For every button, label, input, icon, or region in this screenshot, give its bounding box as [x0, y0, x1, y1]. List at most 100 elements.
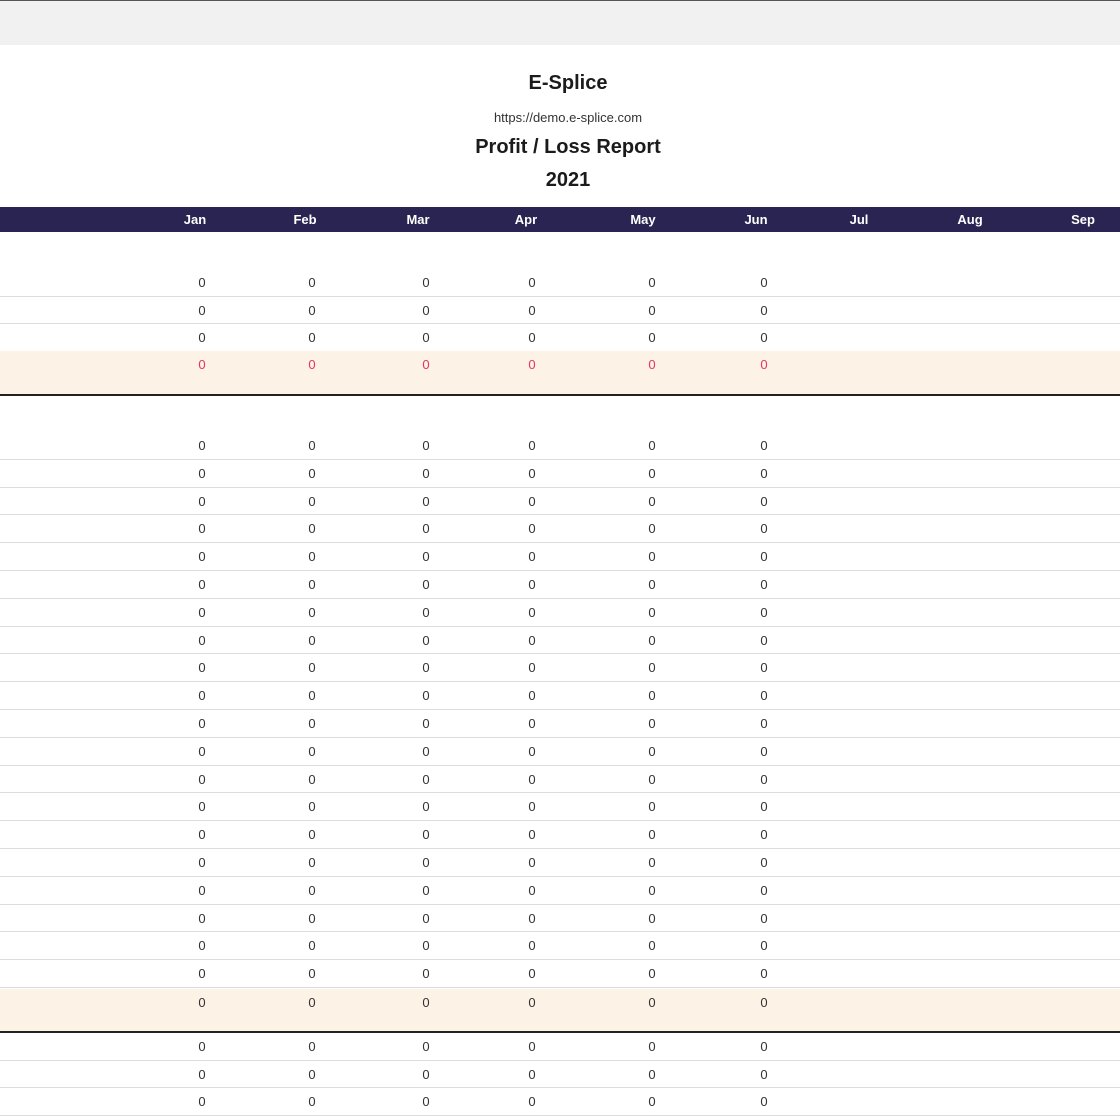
value-cell: 0	[422, 855, 430, 870]
value-cell: 0	[422, 995, 430, 1010]
value-cell: 0	[422, 357, 430, 372]
value-cell: 0	[198, 883, 206, 898]
value-cell: 0	[648, 605, 656, 620]
company-url[interactable]: https://demo.e-splice.com	[418, 110, 718, 125]
value-cell: 0	[760, 938, 768, 953]
value-cell: 0	[422, 883, 430, 898]
value-cell: 0	[308, 521, 316, 536]
value-cell: 0	[198, 911, 206, 926]
browser-top-bar	[0, 0, 1120, 45]
value-cell: 0	[648, 494, 656, 509]
value-cell: 0	[308, 1094, 316, 1109]
value-cell: 0	[648, 744, 656, 759]
value-cell: 0	[648, 1094, 656, 1109]
value-cell: 0	[422, 549, 430, 564]
value-cell: 0	[760, 549, 768, 564]
value-cell: 0	[528, 966, 536, 981]
month-header-mar: Mar	[406, 212, 430, 227]
value-cell: 0	[648, 633, 656, 648]
month-header-feb: Feb	[293, 212, 317, 227]
value-cell: 0	[760, 883, 768, 898]
value-cell: 0	[308, 716, 316, 731]
value-cell: 0	[422, 275, 430, 290]
value-cell: 0	[198, 549, 206, 564]
value-cell: 0	[760, 1039, 768, 1054]
table-row: 0 0 0 0 0 0	[0, 654, 1120, 682]
table-row: 0 0 0 0 0 0	[0, 849, 1120, 877]
value-cell: 0	[648, 827, 656, 842]
value-cell: 0	[760, 716, 768, 731]
value-cell: 0	[198, 633, 206, 648]
value-cell: 0	[760, 744, 768, 759]
value-cell: 0	[528, 827, 536, 842]
value-cell: 0	[528, 744, 536, 759]
value-cell: 0	[528, 577, 536, 592]
value-cell: 0	[648, 303, 656, 318]
value-cell: 0	[198, 357, 206, 372]
value-cell: 0	[308, 883, 316, 898]
value-cell: 0	[760, 1067, 768, 1082]
table-row: 0 0 0 0 0 0	[0, 432, 1120, 460]
value-cell: 0	[422, 605, 430, 620]
value-cell: 0	[198, 938, 206, 953]
value-cell: 0	[198, 466, 206, 481]
value-cell: 0	[308, 995, 316, 1010]
value-cell: 0	[648, 995, 656, 1010]
value-cell: 0	[308, 799, 316, 814]
value-cell: 0	[308, 827, 316, 842]
value-cell: 0	[198, 744, 206, 759]
value-cell: 0	[308, 660, 316, 675]
month-header-jan: Jan	[183, 212, 207, 227]
table-row: 0 0 0 0 0 0	[0, 297, 1120, 324]
value-cell: 0	[648, 466, 656, 481]
value-cell: 0	[422, 660, 430, 675]
value-cell: 0	[422, 330, 430, 345]
value-cell: 0	[198, 521, 206, 536]
value-cell: 0	[308, 438, 316, 453]
value-cell: 0	[648, 330, 656, 345]
value-cell: 0	[422, 744, 430, 759]
value-cell: 0	[528, 330, 536, 345]
month-header-sep: Sep	[1071, 212, 1095, 227]
value-cell: 0	[308, 911, 316, 926]
value-cell: 0	[760, 357, 768, 372]
report-year: 2021	[545, 169, 591, 191]
value-cell: 0	[648, 1039, 656, 1054]
value-cell: 0	[528, 1067, 536, 1082]
value-cell: 0	[528, 716, 536, 731]
value-cell: 0	[648, 799, 656, 814]
month-header-aug: Aug	[957, 212, 983, 227]
table-row: 0 0 0 0 0 0	[0, 269, 1120, 297]
value-cell: 0	[528, 772, 536, 787]
value-cell: 0	[648, 911, 656, 926]
value-cell: 0	[422, 1094, 430, 1109]
value-cell: 0	[198, 799, 206, 814]
value-cell: 0	[198, 660, 206, 675]
value-cell: 0	[198, 716, 206, 731]
value-cell: 0	[528, 799, 536, 814]
value-cell: 0	[198, 772, 206, 787]
value-cell: 0	[422, 521, 430, 536]
value-cell: 0	[308, 466, 316, 481]
value-cell: 0	[760, 633, 768, 648]
value-cell: 0	[422, 966, 430, 981]
value-cell: 0	[648, 772, 656, 787]
value-cell: 0	[422, 716, 430, 731]
value-cell: 0	[422, 688, 430, 703]
table-row: 0 0 0 0 0 0	[0, 793, 1120, 821]
value-cell: 0	[528, 303, 536, 318]
report-title: Profit / Loss Report	[475, 136, 661, 158]
value-cell: 0	[528, 938, 536, 953]
company-name: E-Splice	[528, 72, 608, 94]
value-cell: 0	[648, 938, 656, 953]
value-cell: 0	[528, 549, 536, 564]
value-cell: 0	[528, 494, 536, 509]
value-cell: 0	[198, 494, 206, 509]
value-cell: 0	[308, 938, 316, 953]
value-cell: 0	[422, 633, 430, 648]
month-header-jul: Jul	[849, 212, 869, 227]
table-row: 0 0 0 0 0 0	[0, 324, 1120, 352]
total-row: 0 0 0 0 0 0	[0, 351, 1120, 396]
value-cell: 0	[308, 330, 316, 345]
table-row: 0 0 0 0 0 0	[0, 599, 1120, 627]
